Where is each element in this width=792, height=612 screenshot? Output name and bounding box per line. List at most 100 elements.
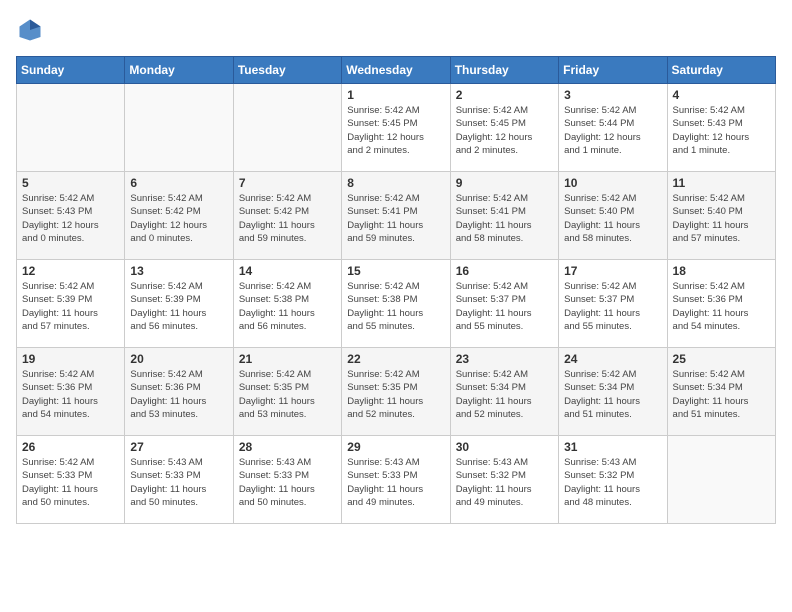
day-number: 27 [130, 440, 227, 454]
day-info: Sunrise: 5:42 AM Sunset: 5:39 PM Dayligh… [22, 280, 119, 333]
day-info: Sunrise: 5:42 AM Sunset: 5:34 PM Dayligh… [673, 368, 770, 421]
day-number: 23 [456, 352, 553, 366]
day-number: 9 [456, 176, 553, 190]
day-of-week-header: Monday [125, 57, 233, 84]
day-info: Sunrise: 5:42 AM Sunset: 5:38 PM Dayligh… [239, 280, 336, 333]
calendar-cell: 13Sunrise: 5:42 AM Sunset: 5:39 PM Dayli… [125, 260, 233, 348]
day-info: Sunrise: 5:42 AM Sunset: 5:41 PM Dayligh… [456, 192, 553, 245]
calendar-cell: 10 Sunrise: 5:42 AM Sunset: 5:40 PM Dayli… [559, 172, 667, 260]
calendar-week-row: 1 Sunrise: 5:42 AM Sunset: 5:45 PM Daylig… [17, 84, 776, 172]
day-number: 20 [130, 352, 227, 366]
day-number: 31 [564, 440, 661, 454]
page-header [16, 16, 776, 44]
day-info: Sunrise: 5:42 AM Sunset: 5:36 PM Dayligh… [22, 368, 119, 421]
day-info: Sunrise: 5:43 AM Sunset: 5:32 PM Dayligh… [456, 456, 553, 509]
day-of-week-header: Saturday [667, 57, 775, 84]
day-info: Sunrise: 5:42 AM Sunset: 5:45 PM Dayligh… [347, 104, 444, 157]
calendar-cell: 14Sunrise: 5:42 AM Sunset: 5:38 PM Dayli… [233, 260, 341, 348]
day-number: 6 [130, 176, 227, 190]
day-info: Sunrise: 5:42 AM Sunset: 5:41 PM Dayligh… [347, 192, 444, 245]
day-number: 29 [347, 440, 444, 454]
calendar-cell: 22 Sunrise: 5:42 AM Sunset: 5:35 PM Dayli… [342, 348, 450, 436]
calendar-cell: 28Sunrise: 5:43 AM Sunset: 5:33 PM Dayli… [233, 436, 341, 524]
day-info: Sunrise: 5:42 AM Sunset: 5:36 PM Dayligh… [673, 280, 770, 333]
calendar-cell [17, 84, 125, 172]
day-info: Sunrise: 5:42 AM Sunset: 5:39 PM Dayligh… [130, 280, 227, 333]
calendar-cell: 5 Sunrise: 5:42 AM Sunset: 5:43 PM Daylig… [17, 172, 125, 260]
day-number: 5 [22, 176, 119, 190]
day-of-week-header: Thursday [450, 57, 558, 84]
calendar-cell: 20 Sunrise: 5:42 AM Sunset: 5:36 PM Dayli… [125, 348, 233, 436]
calendar-body: 1 Sunrise: 5:42 AM Sunset: 5:45 PM Daylig… [17, 84, 776, 524]
day-number: 16 [456, 264, 553, 278]
day-info: Sunrise: 5:42 AM Sunset: 5:40 PM Dayligh… [564, 192, 661, 245]
day-info: Sunrise: 5:42 AM Sunset: 5:36 PM Dayligh… [130, 368, 227, 421]
day-number: 18 [673, 264, 770, 278]
day-of-week-header: Wednesday [342, 57, 450, 84]
day-number: 11 [673, 176, 770, 190]
calendar-cell [233, 84, 341, 172]
day-info: Sunrise: 5:42 AM Sunset: 5:33 PM Dayligh… [22, 456, 119, 509]
logo-icon [16, 16, 44, 44]
calendar-cell: 23Sunrise: 5:42 AM Sunset: 5:34 PM Dayli… [450, 348, 558, 436]
calendar-cell [125, 84, 233, 172]
day-info: Sunrise: 5:42 AM Sunset: 5:42 PM Dayligh… [130, 192, 227, 245]
calendar-cell: 11 Sunrise: 5:42 AM Sunset: 5:40 PM Dayli… [667, 172, 775, 260]
day-info: Sunrise: 5:43 AM Sunset: 5:33 PM Dayligh… [130, 456, 227, 509]
calendar-cell: 9 Sunrise: 5:42 AM Sunset: 5:41 PM Daylig… [450, 172, 558, 260]
day-info: Sunrise: 5:43 AM Sunset: 5:32 PM Dayligh… [564, 456, 661, 509]
day-info: Sunrise: 5:42 AM Sunset: 5:43 PM Dayligh… [673, 104, 770, 157]
day-number: 3 [564, 88, 661, 102]
day-number: 28 [239, 440, 336, 454]
day-info: Sunrise: 5:42 AM Sunset: 5:37 PM Dayligh… [456, 280, 553, 333]
day-number: 1 [347, 88, 444, 102]
day-number: 10 [564, 176, 661, 190]
day-info: Sunrise: 5:42 AM Sunset: 5:35 PM Dayligh… [239, 368, 336, 421]
day-number: 8 [347, 176, 444, 190]
day-number: 12 [22, 264, 119, 278]
calendar-cell: 1 Sunrise: 5:42 AM Sunset: 5:45 PM Daylig… [342, 84, 450, 172]
calendar-cell: 2Sunrise: 5:42 AM Sunset: 5:45 PM Daylig… [450, 84, 558, 172]
calendar-cell: 30 Sunrise: 5:43 AM Sunset: 5:32 PM Dayli… [450, 436, 558, 524]
day-number: 7 [239, 176, 336, 190]
calendar-cell: 4 Sunrise: 5:42 AM Sunset: 5:43 PM Daylig… [667, 84, 775, 172]
day-info: Sunrise: 5:42 AM Sunset: 5:42 PM Dayligh… [239, 192, 336, 245]
day-info: Sunrise: 5:43 AM Sunset: 5:33 PM Dayligh… [347, 456, 444, 509]
calendar-header: SundayMondayTuesdayWednesdayThursdayFrid… [17, 57, 776, 84]
day-info: Sunrise: 5:42 AM Sunset: 5:44 PM Dayligh… [564, 104, 661, 157]
calendar-cell: 7 Sunrise: 5:42 AM Sunset: 5:42 PM Daylig… [233, 172, 341, 260]
calendar-cell: 19 Sunrise: 5:42 AM Sunset: 5:36 PM Dayli… [17, 348, 125, 436]
calendar-week-row: 26 Sunrise: 5:42 AM Sunset: 5:33 PM Dayli… [17, 436, 776, 524]
calendar-cell: 27 Sunrise: 5:43 AM Sunset: 5:33 PM Dayli… [125, 436, 233, 524]
calendar-cell: 26 Sunrise: 5:42 AM Sunset: 5:33 PM Dayli… [17, 436, 125, 524]
logo [16, 16, 48, 44]
day-number: 30 [456, 440, 553, 454]
day-number: 22 [347, 352, 444, 366]
day-number: 26 [22, 440, 119, 454]
calendar-cell: 17 Sunrise: 5:42 AM Sunset: 5:37 PM Dayli… [559, 260, 667, 348]
day-of-week-header: Friday [559, 57, 667, 84]
calendar-cell: 29 Sunrise: 5:43 AM Sunset: 5:33 PM Dayli… [342, 436, 450, 524]
calendar-week-row: 19 Sunrise: 5:42 AM Sunset: 5:36 PM Dayli… [17, 348, 776, 436]
days-of-week-row: SundayMondayTuesdayWednesdayThursdayFrid… [17, 57, 776, 84]
day-number: 4 [673, 88, 770, 102]
day-info: Sunrise: 5:42 AM Sunset: 5:37 PM Dayligh… [564, 280, 661, 333]
calendar-cell: 3 Sunrise: 5:42 AM Sunset: 5:44 PM Daylig… [559, 84, 667, 172]
calendar-cell: 16 Sunrise: 5:42 AM Sunset: 5:37 PM Dayli… [450, 260, 558, 348]
day-number: 21 [239, 352, 336, 366]
calendar-cell: 21 Sunrise: 5:42 AM Sunset: 5:35 PM Dayli… [233, 348, 341, 436]
calendar-cell: 24Sunrise: 5:42 AM Sunset: 5:34 PM Dayli… [559, 348, 667, 436]
day-number: 19 [22, 352, 119, 366]
day-info: Sunrise: 5:42 AM Sunset: 5:38 PM Dayligh… [347, 280, 444, 333]
calendar-cell [667, 436, 775, 524]
calendar-week-row: 12 Sunrise: 5:42 AM Sunset: 5:39 PM Dayli… [17, 260, 776, 348]
day-number: 24 [564, 352, 661, 366]
day-number: 17 [564, 264, 661, 278]
calendar-cell: 25Sunrise: 5:42 AM Sunset: 5:34 PM Dayli… [667, 348, 775, 436]
day-info: Sunrise: 5:42 AM Sunset: 5:45 PM Dayligh… [456, 104, 553, 157]
calendar-cell: 8 Sunrise: 5:42 AM Sunset: 5:41 PM Daylig… [342, 172, 450, 260]
day-info: Sunrise: 5:42 AM Sunset: 5:35 PM Dayligh… [347, 368, 444, 421]
day-info: Sunrise: 5:42 AM Sunset: 5:40 PM Dayligh… [673, 192, 770, 245]
day-info: Sunrise: 5:42 AM Sunset: 5:43 PM Dayligh… [22, 192, 119, 245]
calendar-cell: 6 Sunrise: 5:42 AM Sunset: 5:42 PM Daylig… [125, 172, 233, 260]
